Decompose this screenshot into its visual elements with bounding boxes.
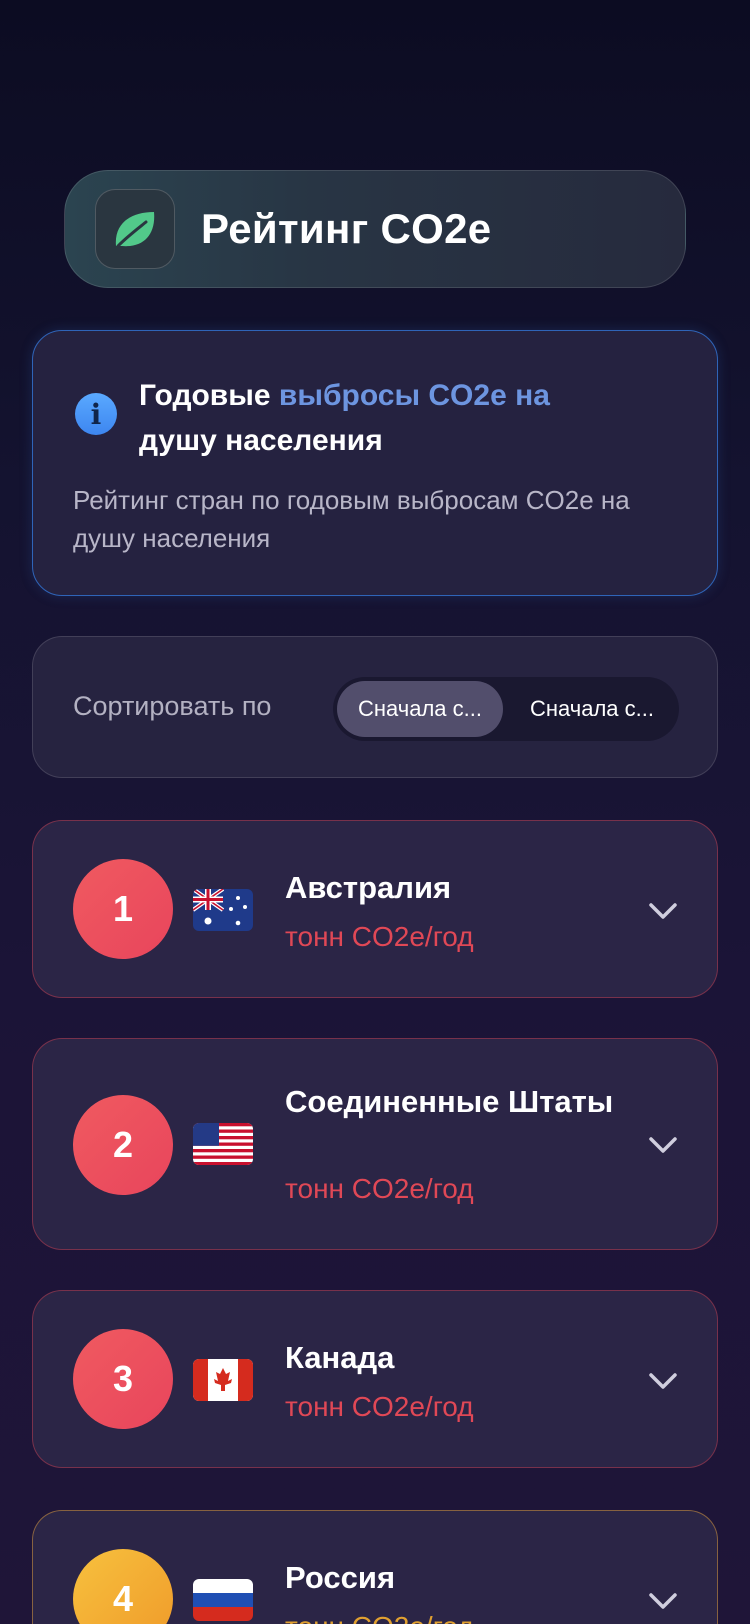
- chevron-down-icon[interactable]: [647, 1591, 679, 1611]
- sort-card: Сортировать по Сначала с... Сначала с...: [32, 636, 718, 778]
- country-card-russia[interactable]: 4 Россия тонн CO2e/год: [32, 1510, 718, 1624]
- country-name: Австралия: [285, 870, 452, 905]
- emission-unit: тонн CO2e/год: [285, 921, 474, 952]
- country-card-united-states[interactable]: 2 Соединенные Штаты тонн CO2e/год: [32, 1038, 718, 1250]
- page-title: Рейтинг CO2e: [201, 205, 492, 252]
- sort-option-1-button[interactable]: Сначала с...: [337, 681, 503, 737]
- rank-badge: 4: [73, 1549, 173, 1624]
- sort-option-2-button[interactable]: Сначала с...: [509, 681, 675, 737]
- rank-badge: 1: [73, 859, 173, 959]
- australia-flag-icon: [193, 889, 253, 931]
- rank-badge: 2: [73, 1095, 173, 1195]
- emission-unit: тонн CO2e/год: [285, 1611, 474, 1624]
- country-card-canada[interactable]: 3 Канада тонн CO2e/год: [32, 1290, 718, 1468]
- chevron-down-icon[interactable]: [647, 1371, 679, 1391]
- country-card-australia[interactable]: 1 Австралия тонн CO2e/год: [32, 820, 718, 998]
- info-description: Рейтинг стран по годовым выбросам CO2e н…: [73, 485, 630, 553]
- us-flag-icon: [193, 1123, 253, 1165]
- country-name: Россия: [285, 1560, 396, 1595]
- sort-label: Сортировать по: [73, 691, 272, 721]
- sort-segmented-control: Сначала с... Сначала с...: [333, 677, 679, 741]
- info-title-highlight: выбросы CO2e на: [278, 379, 550, 412]
- leaf-icon: [95, 189, 175, 269]
- chevron-down-icon[interactable]: [647, 901, 679, 921]
- app-header: Рейтинг CO2e: [64, 170, 686, 288]
- country-name: Соединенные Штаты: [285, 1084, 614, 1119]
- emission-unit: тонн CO2e/год: [285, 1173, 474, 1204]
- info-title-part2: душу населения: [139, 424, 383, 457]
- country-name: Канада: [285, 1340, 395, 1375]
- canada-flag-icon: [193, 1359, 253, 1401]
- info-icon: i: [75, 393, 117, 435]
- info-title: Годовые выбросы CO2e на душу населения: [139, 373, 659, 463]
- rank-badge: 3: [73, 1329, 173, 1429]
- emission-unit: тонн CO2e/год: [285, 1391, 474, 1422]
- russia-flag-icon: [193, 1579, 253, 1621]
- info-card: i Годовые выбросы CO2e на душу населения …: [32, 330, 718, 596]
- info-title-part1: Годовые: [139, 379, 279, 412]
- chevron-down-icon[interactable]: [647, 1135, 679, 1155]
